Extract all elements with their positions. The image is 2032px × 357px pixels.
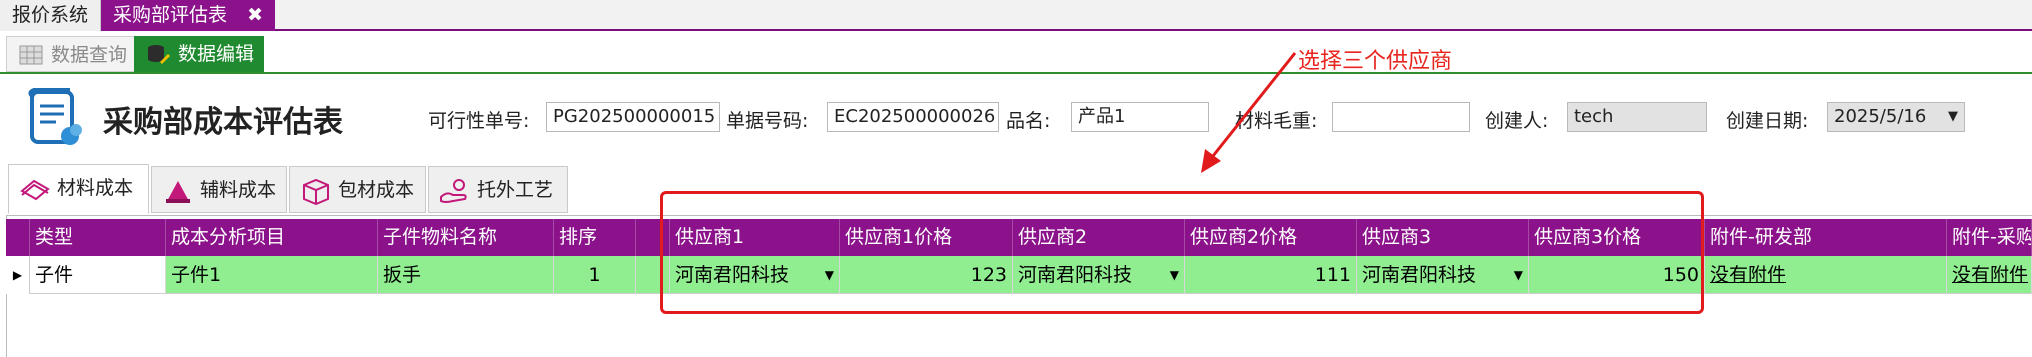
tab-label: 托外工艺	[477, 179, 554, 201]
annotation-arrow-icon	[1201, 52, 1297, 173]
annotation-text: 选择三个供应商	[1298, 49, 1453, 74]
tab-label: 报价系统	[12, 4, 89, 26]
cell-attachment-purchase-link[interactable]: 没有附件	[1947, 256, 2032, 294]
hand-process-icon	[440, 179, 467, 203]
created-date-select[interactable]: 2025/5/16 ▼	[1827, 102, 1965, 132]
product-label: 品名:	[1006, 110, 1051, 132]
column-header-attachment-purchase[interactable]: 附件-采购部	[1947, 219, 2032, 256]
cell-material-name[interactable]: 扳手	[378, 256, 554, 294]
report-document-icon	[28, 88, 82, 145]
creator-label: 创建人:	[1485, 110, 1549, 132]
grid-corner	[6, 219, 30, 256]
tab-outsourced-process[interactable]: 托外工艺	[428, 166, 568, 213]
creator-field: tech	[1567, 102, 1707, 132]
chevron-down-icon[interactable]: ▼	[1948, 103, 1958, 131]
package-box-icon	[303, 178, 329, 205]
tab-label: 辅料成本	[200, 179, 277, 201]
tab-auxiliary-cost[interactable]: 辅料成本	[151, 166, 287, 213]
tab-label: 采购部评估表	[113, 4, 228, 26]
auxiliary-icon	[166, 181, 190, 203]
tab-label: 数据编辑	[178, 43, 255, 65]
column-header-material-name[interactable]: 子件物料名称	[378, 219, 554, 256]
page-title: 采购部成本评估表	[103, 105, 343, 140]
material-icon	[20, 179, 50, 201]
annotation-highlight-box	[660, 191, 1704, 314]
tab-material-cost[interactable]: 材料成本	[8, 164, 149, 214]
tab-purchase-evaluation[interactable]: 采购部评估表 ✖	[101, 0, 275, 31]
column-header-cost-item[interactable]: 成本分析项目	[166, 219, 378, 256]
tab-quotation-system[interactable]: 报价系统	[0, 0, 102, 31]
tab-data-edit[interactable]: 数据编辑	[134, 36, 265, 72]
gross-weight-field[interactable]	[1332, 102, 1470, 132]
column-header-order[interactable]: 排序	[554, 219, 636, 256]
database-edit-icon	[148, 45, 170, 64]
column-header-attachment-rd[interactable]: 附件-研发部	[1705, 219, 1947, 256]
tab-packaging-cost[interactable]: 包材成本	[289, 166, 426, 213]
feasibility-no-label: 可行性单号:	[428, 110, 530, 132]
tab-label: 数据查询	[51, 44, 128, 66]
feasibility-no-field[interactable]: PG202500000015	[546, 102, 720, 132]
tab-label: 材料成本	[57, 177, 134, 199]
created-date-label: 创建日期:	[1726, 110, 1809, 132]
doc-no-field[interactable]: EC202500000026	[827, 102, 999, 132]
cell-order[interactable]: 1	[554, 256, 636, 294]
cell-type[interactable]: 子件	[30, 256, 166, 294]
column-header-type[interactable]: 类型	[30, 219, 166, 256]
doc-no-label: 单据号码:	[726, 110, 809, 132]
tab-label: 包材成本	[338, 179, 415, 201]
table-icon	[19, 45, 43, 65]
document-tab-bar	[0, 0, 2032, 31]
tab-data-query[interactable]: 数据查询	[6, 36, 139, 72]
cell-cost-item[interactable]: 子件1	[166, 256, 378, 294]
created-date-value: 2025/5/16	[1834, 106, 1927, 127]
cell-attachment-rd-link[interactable]: 没有附件	[1705, 256, 1947, 294]
row-indicator-icon[interactable]: ▶	[6, 256, 30, 294]
product-field[interactable]: 产品1	[1071, 102, 1209, 132]
close-icon[interactable]: ✖	[247, 0, 263, 31]
